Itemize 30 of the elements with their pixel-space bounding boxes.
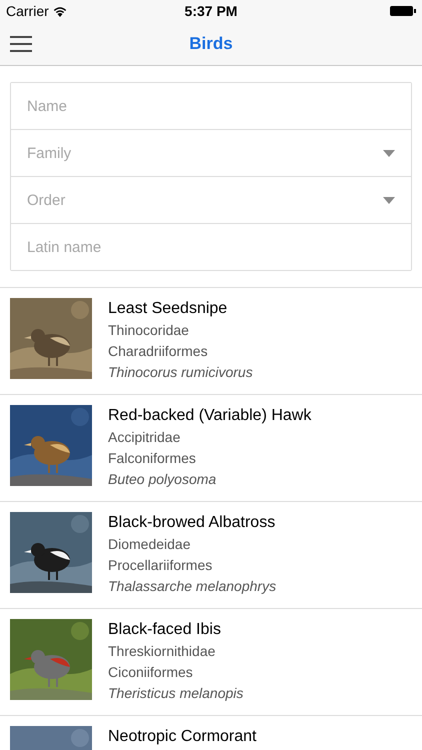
bird-order: Ciconiiformes: [108, 663, 194, 682]
caret-icon: [383, 150, 395, 157]
latin-name: Thalassarche melanophrys: [108, 577, 276, 596]
bird-list-item[interactable]: Least Seedsnipe Thinocoridae Charadriiformes Thinocorus rumicivorus: [0, 288, 422, 395]
wifi-icon: [52, 6, 67, 16]
menu-button[interactable]: [10, 36, 32, 52]
carrier-label: Carrier: [6, 2, 49, 20]
bird-name: Black-browed Albatross: [108, 513, 276, 533]
latin-name: Theristicus melanopis: [108, 684, 244, 703]
bird-family: Accipitridae: [108, 428, 182, 447]
clock-time: 5:37 PM: [184, 2, 238, 20]
bird-list-item[interactable]: Red-backed (Variable) Hawk Accipitridae Falconiformes Buteo polyosoma: [0, 395, 422, 502]
bird-family: Diomedeidae: [108, 535, 192, 554]
bird-order: Procellariiformes: [108, 556, 214, 575]
latin-name: Thinocorus rumicivorus: [108, 363, 253, 382]
bird-order: Falconiformes: [108, 449, 197, 468]
bird-list-item[interactable]: Neotropic Cormorant: [0, 716, 422, 750]
bird-name: Red-backed (Variable) Hawk: [108, 406, 312, 426]
bird-list-item[interactable]: Black-faced Ibis Threskiornithidae Ciconiiformes Theristicus melanopis: [0, 609, 422, 716]
bird-family: Thinocoridae: [108, 321, 190, 340]
bird-name: Black-faced Ibis: [108, 620, 222, 640]
bird-name: Least Seedsnipe: [108, 299, 228, 319]
latin-name: Buteo polyosoma: [108, 470, 218, 489]
page-title: Birds: [189, 32, 233, 55]
bird-order: Charadriiformes: [108, 342, 209, 361]
battery-icon: [390, 6, 416, 16]
caret-icon: [383, 197, 395, 204]
bird-name: Neotropic Cormorant: [108, 727, 256, 747]
bird-list-item[interactable]: Black-browed Albatross Diomedeidae Procellariiformes Thalassarche melanophrys: [0, 502, 422, 609]
bird-family: Threskiornithidae: [108, 642, 216, 661]
